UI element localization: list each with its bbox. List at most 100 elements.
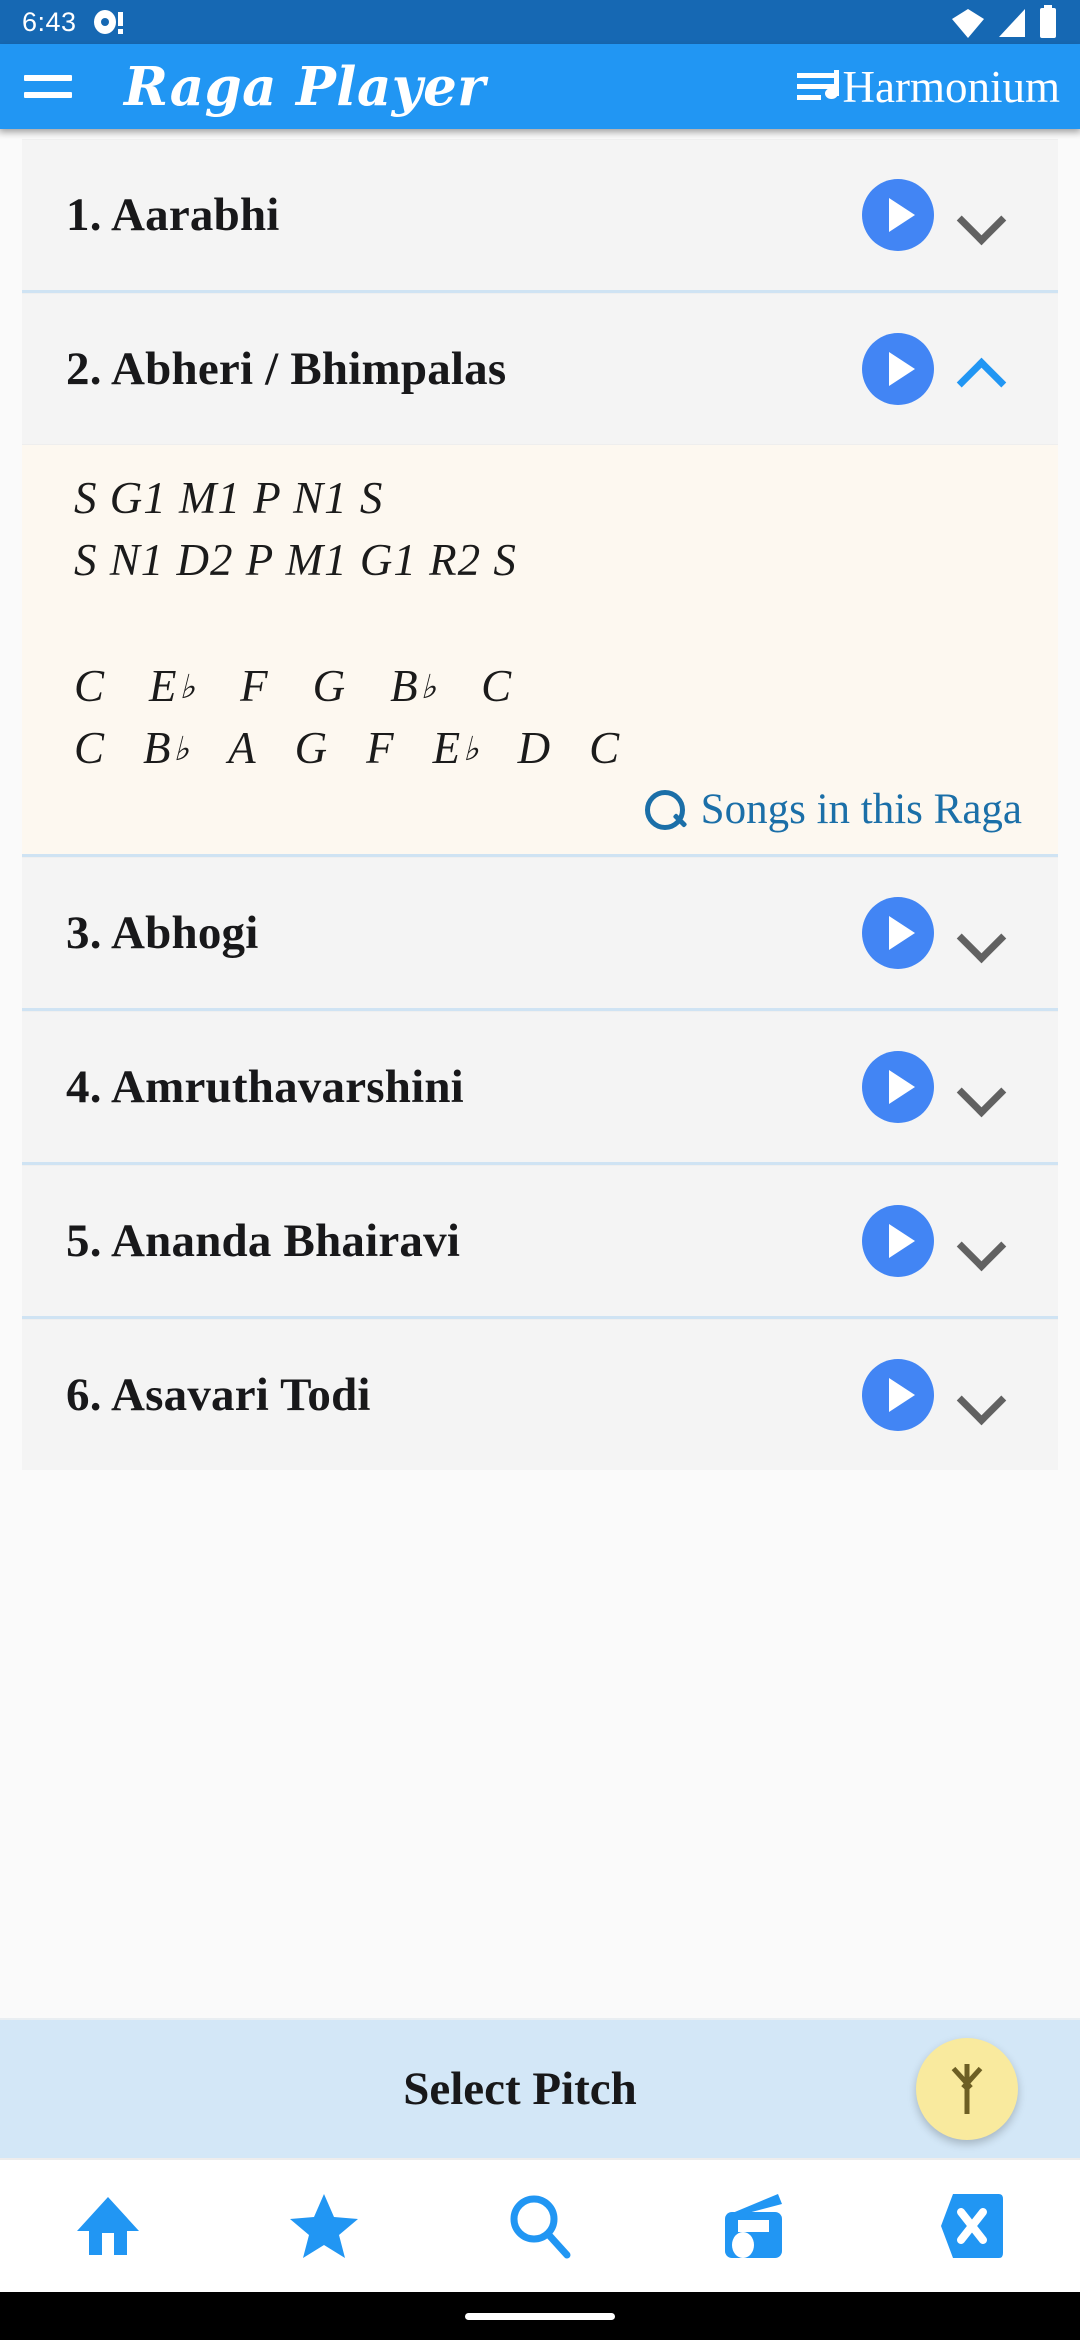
chevron-down-icon[interactable]	[934, 1205, 1030, 1277]
raga-name: 6. Asavari Todi	[66, 1369, 371, 1421]
signal-icon	[999, 9, 1025, 37]
western-note: C	[74, 659, 105, 713]
avarohana-western-notes: C B♭ A G F E♭ D C	[22, 721, 1058, 775]
notification-dot-icon	[93, 10, 123, 34]
gesture-pill	[465, 2312, 615, 2320]
select-pitch-bar[interactable]: Select Pitch	[0, 2018, 1080, 2158]
status-time: 6:43	[22, 6, 77, 37]
raga-row[interactable]: 4. Amruthavarshini	[22, 1012, 1058, 1162]
arrow-up-icon	[964, 2064, 970, 2114]
chevron-down-icon[interactable]	[934, 179, 1030, 251]
chevron-down-icon[interactable]	[934, 1051, 1030, 1123]
chevron-up-icon[interactable]	[934, 333, 1030, 405]
nav-favorites[interactable]	[216, 2192, 432, 2260]
raga-list-scroll[interactable]: 1. Aarabhi 2. Abheri / Bhimpalas S G1 M1…	[0, 129, 1080, 2340]
list-item[interactable]: 1. Aarabhi	[22, 139, 1058, 290]
note-letter: C	[74, 723, 106, 773]
western-note: C	[481, 659, 512, 713]
note-letter: C	[589, 723, 621, 773]
songs-in-raga-link[interactable]: Songs in this Raga	[22, 775, 1058, 840]
hamburger-menu-icon[interactable]	[20, 64, 76, 110]
nav-radio[interactable]	[648, 2192, 864, 2260]
western-note: C	[74, 721, 105, 775]
nav-search[interactable]	[432, 2193, 648, 2259]
search-icon	[644, 789, 685, 830]
app-bar: Raga Player Harmonium	[0, 44, 1080, 129]
list-item[interactable]: 6. Asavari Todi	[22, 1319, 1058, 1470]
western-note: F	[366, 721, 395, 775]
playlist-queue-music-icon	[796, 69, 839, 104]
list-item[interactable]: 3. Abhogi	[22, 857, 1058, 1008]
raga-row[interactable]: 6. Asavari Todi	[22, 1320, 1058, 1470]
play-button[interactable]	[862, 333, 934, 405]
queue-line	[796, 72, 835, 78]
star-icon	[290, 2194, 358, 2258]
nav-home[interactable]	[0, 2195, 216, 2257]
queue-line	[796, 94, 821, 100]
home-icon	[77, 2197, 139, 2255]
note-letter: D	[517, 723, 552, 773]
instrument-label: Harmonium	[842, 61, 1060, 112]
western-note: A	[228, 721, 257, 775]
note-letter: C	[481, 661, 513, 711]
hamburger-line	[24, 92, 72, 98]
raga-name: 1. Aarabhi	[66, 189, 280, 241]
note-letter: E	[432, 723, 462, 773]
status-bar: 6:43	[0, 0, 1080, 44]
avarohana-swaras: S N1 D2 P M1 G1 R2 S	[74, 535, 517, 585]
play-button[interactable]	[862, 1051, 934, 1123]
raga-row[interactable]: 3. Abhogi	[22, 858, 1058, 1008]
flat-sign: ♭	[420, 669, 438, 706]
chevron-down-icon[interactable]	[934, 897, 1030, 969]
search-icon	[510, 2195, 571, 2259]
list-item[interactable]: 5. Ananda Bhairavi	[22, 1165, 1058, 1316]
raga-name: 5. Ananda Bhairavi	[66, 1215, 461, 1267]
notation-gap	[22, 587, 1058, 659]
note-letter: E	[149, 661, 178, 711]
western-note: G	[295, 721, 329, 775]
page-title: Raga Player	[124, 55, 486, 118]
list-item[interactable]: 4. Amruthavarshini	[22, 1011, 1058, 1162]
raga-name: 3. Abhogi	[66, 907, 259, 959]
list-item[interactable]: 2. Abheri / Bhimpalas	[22, 293, 1058, 444]
system-gesture-bar	[0, 2292, 1080, 2340]
bottom-navigation-bar	[0, 2158, 1080, 2292]
raga-row[interactable]: 5. Ananda Bhairavi	[22, 1166, 1058, 1316]
note-letter: G	[294, 723, 329, 773]
chevron-down-icon[interactable]	[934, 1359, 1030, 1431]
note-letter: B	[390, 661, 419, 711]
raga-name: 4. Amruthavarshini	[66, 1061, 464, 1113]
play-button[interactable]	[862, 179, 934, 251]
close-x-icon	[941, 2194, 1003, 2258]
appbar-shadow	[0, 129, 1080, 139]
western-note: D	[518, 721, 552, 775]
western-note: E♭	[433, 721, 480, 775]
western-note: B♭	[143, 721, 190, 775]
raga-list: 1. Aarabhi 2. Abheri / Bhimpalas S G1 M1…	[0, 139, 1080, 1470]
western-note: C	[589, 721, 620, 775]
play-button[interactable]	[862, 1205, 934, 1277]
arohana-swaras: S G1 M1 P N1 S	[74, 473, 384, 523]
western-note: E♭	[149, 659, 196, 713]
nav-close[interactable]	[864, 2192, 1080, 2260]
instrument-selector[interactable]: Harmonium	[796, 61, 1060, 113]
play-button[interactable]	[862, 1359, 934, 1431]
western-note: B♭	[390, 659, 437, 713]
note-letter: F	[366, 723, 395, 773]
note-letter: C	[74, 661, 106, 711]
western-note: F	[240, 659, 269, 713]
raga-name: 2. Abheri / Bhimpalas	[66, 343, 507, 395]
radio-icon	[725, 2194, 782, 2258]
songs-in-raga-label: Songs in this Raga	[700, 786, 1022, 833]
play-button[interactable]	[862, 897, 934, 969]
note-letter: G	[312, 661, 347, 711]
wifi-icon	[952, 9, 984, 38]
scroll-to-top-fab[interactable]	[916, 2038, 1018, 2140]
flat-sign: ♭	[179, 669, 197, 706]
raga-detail-panel: S G1 M1 P N1 S S N1 D2 P M1 G1 R2 S C E♭ F…	[22, 444, 1058, 854]
raga-row[interactable]: 2. Abheri / Bhimpalas	[22, 294, 1058, 444]
status-system-icons	[950, 5, 1058, 39]
note-letter: A	[228, 723, 257, 773]
raga-row[interactable]: 1. Aarabhi	[22, 140, 1058, 290]
select-pitch-label: Select Pitch	[403, 2063, 637, 2115]
